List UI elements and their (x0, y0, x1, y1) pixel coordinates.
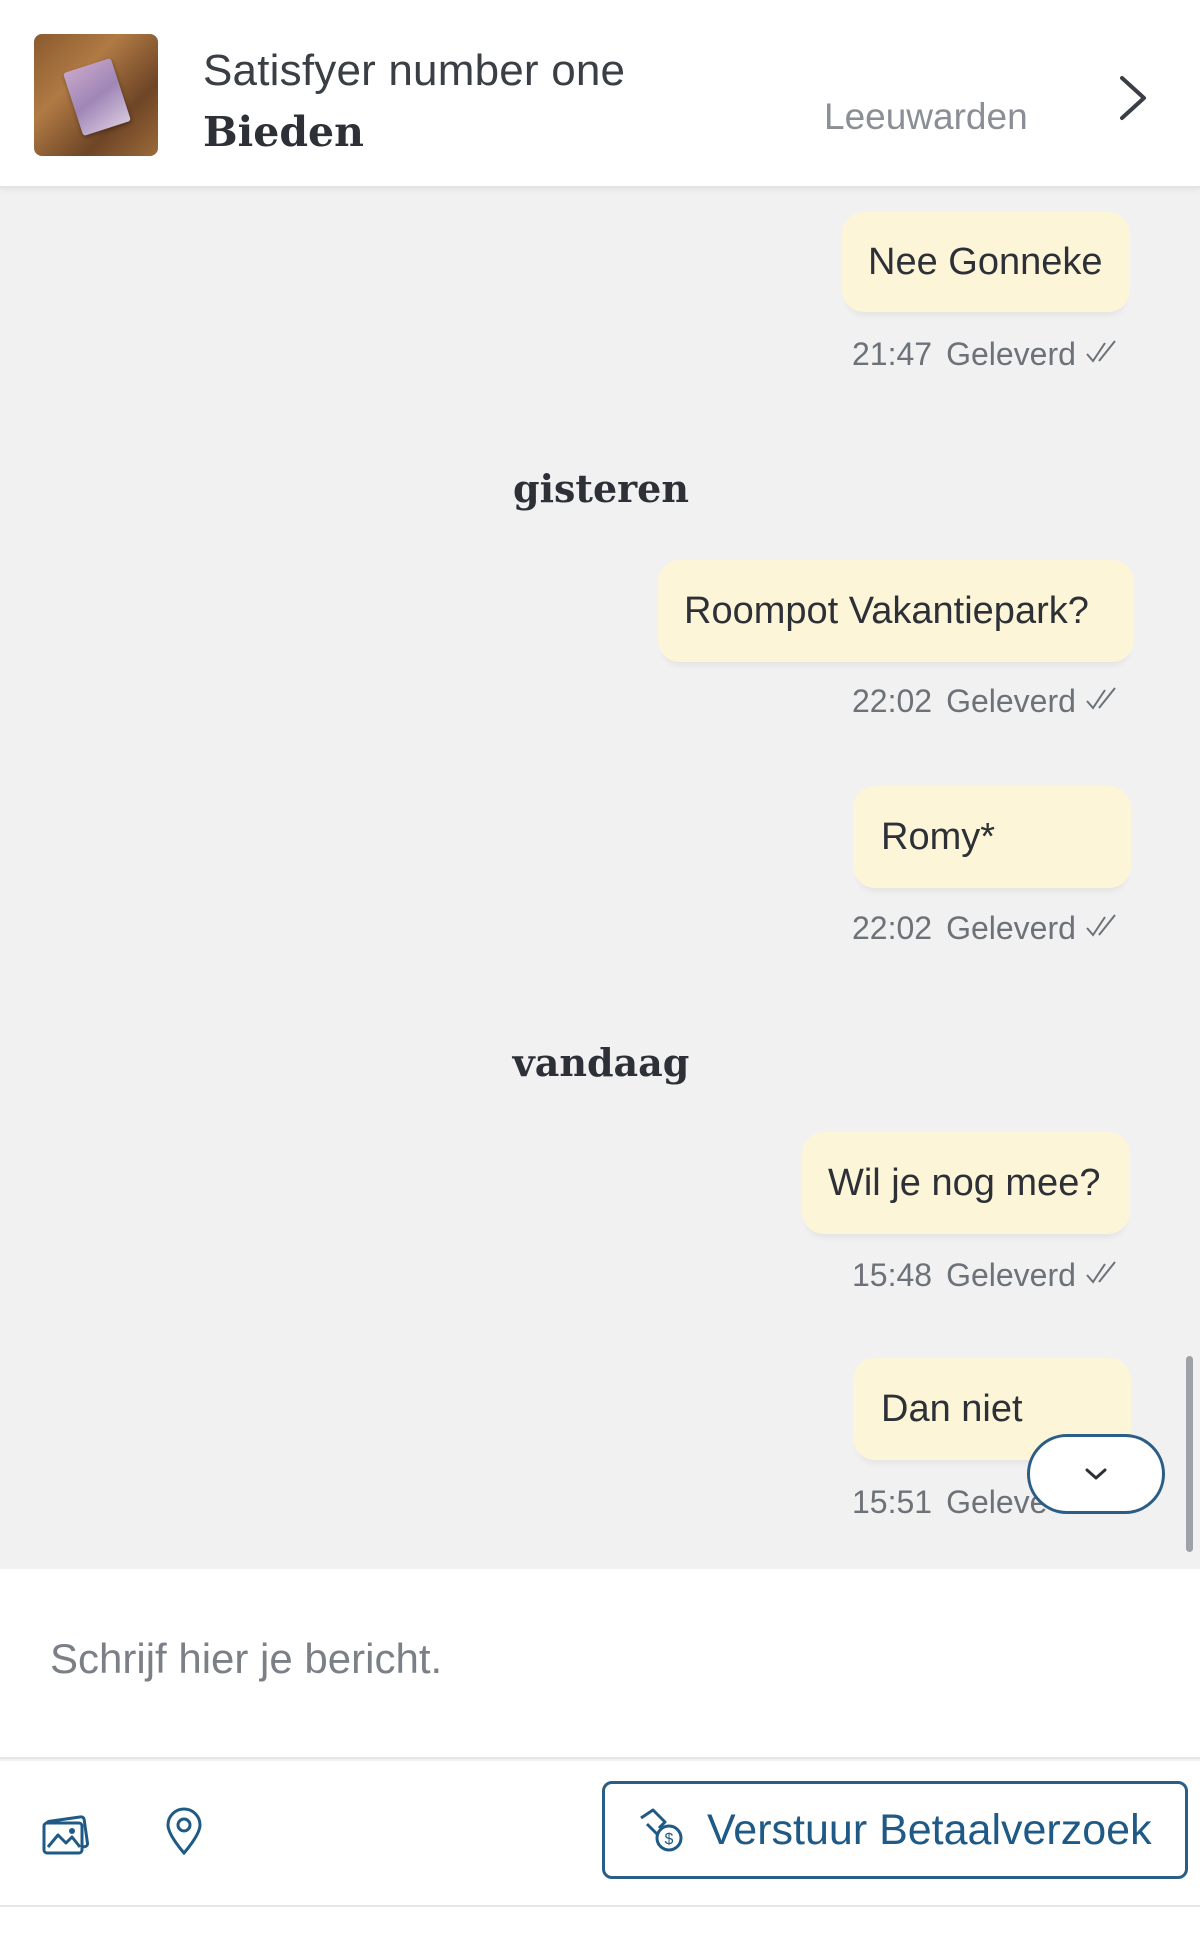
message-time: 22:02 (852, 910, 933, 946)
message-status: Geleverd (946, 1257, 1121, 1294)
compose-area (0, 1569, 1200, 1759)
message-input[interactable] (50, 1619, 1150, 1699)
chevron-right-icon[interactable] (1110, 70, 1154, 126)
message-time: 15:51 (852, 1484, 933, 1520)
day-separator: gisteren (513, 466, 689, 511)
bottom-strip (0, 1907, 1200, 1947)
send-payment-request-label: Verstuur Betaalverzoek (707, 1805, 1152, 1854)
double-check-icon (1086, 340, 1116, 363)
double-check-icon (1086, 1261, 1116, 1284)
message-meta: 15:48 Geleverd (852, 1257, 1121, 1294)
message-status: Geleverd (946, 910, 1121, 947)
message-text: Dan niet (881, 1387, 1023, 1430)
message-bubble: Romy* (853, 786, 1131, 888)
message-status: Geleverd (946, 683, 1121, 720)
message-bubble: Wil je nog mee? (802, 1132, 1130, 1234)
scrollbar[interactable] (1186, 1356, 1193, 1552)
chevron-down-icon (1085, 1468, 1107, 1480)
message-text: Roompot Vakantiepark? (684, 589, 1089, 632)
message-text: Romy* (881, 815, 996, 858)
image-icon[interactable] (40, 1807, 92, 1859)
message-time: 15:48 (852, 1257, 933, 1293)
chat-header[interactable]: Satisfyer number one Bieden Leeuwarden (0, 0, 1200, 188)
double-check-icon (1086, 914, 1116, 937)
message-time: 22:02 (852, 683, 933, 719)
message-meta: 21:47 Geleverd (852, 336, 1121, 373)
product-title: Satisfyer number one (203, 46, 626, 95)
svg-text:$: $ (665, 1831, 674, 1848)
location-pin-icon[interactable] (158, 1805, 210, 1857)
day-separator: vandaag (512, 1040, 690, 1085)
scroll-to-bottom-button[interactable] (1027, 1434, 1165, 1514)
message-time: 21:47 (852, 336, 933, 372)
double-check-icon (1086, 687, 1116, 710)
message-text: Wil je nog mee? (828, 1161, 1101, 1204)
message-bubble: Nee Gonneke (842, 212, 1130, 312)
message-meta: 22:02 Geleverd (852, 683, 1121, 720)
message-meta: 15:51 Geleve (852, 1484, 1047, 1521)
listing-type: Bieden (203, 108, 364, 156)
payment-hand-icon: $ (640, 1808, 683, 1852)
message-meta: 22:02 Geleverd (852, 910, 1121, 947)
message-bubble: Roompot Vakantiepark? (658, 560, 1134, 662)
send-payment-request-button[interactable]: $ Verstuur Betaalverzoek (602, 1781, 1188, 1879)
compose-toolbar: $ Verstuur Betaalverzoek (0, 1761, 1200, 1907)
message-text: Nee Gonneke (868, 240, 1103, 283)
location-label: Leeuwarden (824, 96, 1028, 137)
product-thumbnail[interactable] (34, 34, 158, 156)
message-status: Geleverd (946, 336, 1121, 373)
